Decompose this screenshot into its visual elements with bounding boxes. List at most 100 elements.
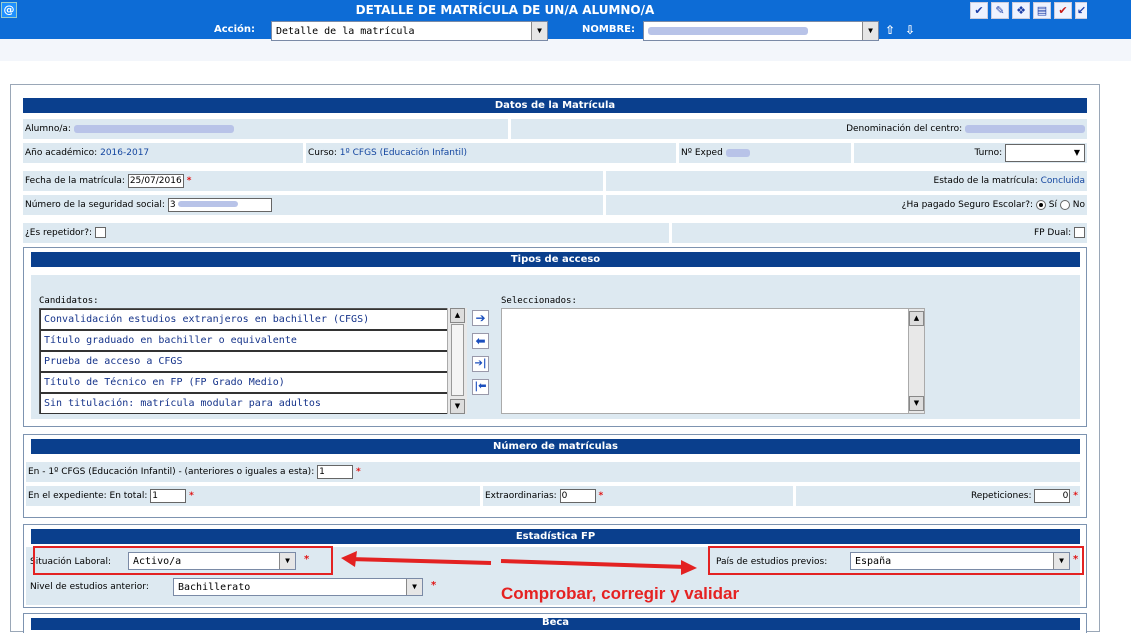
page-title: DETALLE DE MATRÍCULA DE UN/A ALUMNO/A bbox=[355, 3, 655, 17]
rep-cell: Repeticiones: 0 * bbox=[796, 486, 1080, 506]
extra-input[interactable]: 0 bbox=[559, 488, 596, 503]
acceso-header: Tipos de acceso bbox=[31, 252, 1080, 267]
annotation-arrows bbox=[341, 551, 697, 575]
up-arrow-icon[interactable]: ⇧ bbox=[885, 23, 895, 37]
move-all-right-icon[interactable]: ➔| bbox=[472, 356, 489, 372]
alumno-label: Alumno/a: bbox=[25, 124, 71, 134]
en-input[interactable]: 1 bbox=[317, 464, 354, 479]
en-label: En - 1º CFGS (Educación Infantil) - (ant… bbox=[28, 467, 315, 477]
list-item[interactable]: Convalidación estudios extranjeros en ba… bbox=[40, 309, 466, 330]
annotation-text: Comprobar, corregir y validar bbox=[501, 584, 740, 603]
estadistica-header: Estadística FP bbox=[31, 529, 1080, 544]
books-icon[interactable]: ❖ bbox=[1012, 2, 1030, 19]
anio-label: Año académico: bbox=[25, 148, 98, 158]
fecha-label: Fecha de la matrícula: bbox=[25, 176, 125, 186]
back-icon[interactable]: ↙ bbox=[1075, 2, 1087, 19]
seleccionados-label: Seleccionados: bbox=[501, 296, 577, 306]
datos-header: Datos de la Matrícula bbox=[23, 98, 1087, 113]
move-right-icon[interactable]: ➔ bbox=[472, 310, 489, 326]
centro-cell: Denominación del centro: bbox=[511, 119, 1087, 139]
accion-select[interactable]: Detalle de la matrícula ▼ bbox=[271, 21, 548, 41]
curso-cell: Curso: 1º CFGS (Educación Infantil) bbox=[306, 143, 676, 163]
highlight-pais bbox=[708, 546, 1084, 575]
seleccionados-list[interactable]: ▲ ▼ bbox=[501, 308, 925, 414]
turno-cell: Turno: ▼ bbox=[854, 143, 1087, 163]
scroll-down-icon[interactable]: ▼ bbox=[909, 396, 924, 411]
candidatos-label: Candidatos: bbox=[39, 296, 99, 306]
edit-icon[interactable]: ✎ bbox=[991, 2, 1009, 19]
seguro-si-radio[interactable] bbox=[1035, 199, 1046, 210]
required-mark: * bbox=[1073, 491, 1078, 501]
ss-input[interactable]: 3 bbox=[167, 197, 272, 212]
estado-value: Concluida bbox=[1040, 176, 1085, 186]
scroll-down-icon[interactable]: ▼ bbox=[450, 399, 465, 414]
required-mark: * bbox=[186, 176, 192, 186]
alumno-cell: Alumno/a: bbox=[23, 119, 508, 139]
scroll-thumb[interactable] bbox=[451, 324, 464, 396]
exped-cell: Nº Exped bbox=[679, 143, 851, 163]
chevron-down-icon[interactable]: ▼ bbox=[1070, 145, 1084, 161]
blurred-name bbox=[648, 27, 808, 35]
blurred-centro bbox=[965, 124, 1085, 133]
repetidor-checkbox[interactable] bbox=[94, 227, 106, 238]
estado-cell: Estado de la matrícula: Concluida bbox=[606, 171, 1087, 191]
check-red-icon[interactable]: ✔ bbox=[1054, 2, 1072, 19]
seleccionados-scrollbar[interactable]: ▲ ▼ bbox=[908, 309, 924, 413]
anio-cell: Año académico: 2016-2017 bbox=[23, 143, 303, 163]
matriculas-header: Número de matrículas bbox=[31, 439, 1080, 454]
chevron-down-icon[interactable]: ▼ bbox=[531, 22, 547, 40]
scroll-up-icon[interactable]: ▲ bbox=[909, 311, 924, 326]
repetidor-cell: ¿Es repetidor?: bbox=[23, 223, 669, 243]
chevron-down-icon[interactable]: ▼ bbox=[862, 22, 878, 40]
beca-header: Beca bbox=[31, 618, 1080, 630]
required-mark: * bbox=[431, 580, 437, 591]
nivel-select[interactable]: Bachillerato ▼ bbox=[173, 578, 423, 596]
document-icon[interactable]: ▤ bbox=[1033, 2, 1051, 19]
move-left-icon[interactable]: ⬅ bbox=[472, 333, 489, 349]
fecha-input[interactable]: 25/07/2016 bbox=[127, 173, 184, 188]
anio-value: 2016-2017 bbox=[100, 148, 150, 158]
seguro-no-label: No bbox=[1072, 200, 1085, 210]
rep-label: Repeticiones: bbox=[970, 491, 1032, 501]
total-cell: En el expediente: En total: 1 * bbox=[26, 486, 480, 506]
seguro-no-radio[interactable] bbox=[1059, 199, 1070, 210]
required-mark: * bbox=[189, 491, 194, 501]
blurred-exped bbox=[725, 148, 750, 157]
list-item[interactable]: Prueba de acceso a CFGS bbox=[40, 351, 466, 372]
check-icon[interactable]: ✔ bbox=[970, 2, 988, 19]
turno-select[interactable]: ▼ bbox=[1005, 143, 1085, 162]
nombre-label: NOMBRE: bbox=[582, 24, 635, 35]
top-bar: @ DETALLE DE MATRÍCULA DE UN/A ALUMNO/A … bbox=[0, 0, 1131, 21]
list-item[interactable]: Título graduado en bachiller o equivalen… bbox=[40, 330, 466, 351]
curso-label: Curso: bbox=[308, 148, 337, 158]
list-item[interactable]: Sin titulación: matrícula modular para a… bbox=[40, 393, 466, 414]
move-all-left-icon[interactable]: |⬅ bbox=[472, 379, 489, 395]
highlight-situacion bbox=[33, 546, 333, 575]
blurred-alumno bbox=[73, 124, 234, 133]
chevron-down-icon[interactable]: ▼ bbox=[406, 579, 422, 595]
candidatos-list[interactable]: Convalidación estudios extranjeros en ba… bbox=[39, 308, 467, 414]
down-arrow-icon[interactable]: ⇩ bbox=[905, 23, 915, 37]
scroll-up-icon[interactable]: ▲ bbox=[450, 308, 465, 323]
seguro-cell: ¿Ha pagado Seguro Escolar?: Sí No bbox=[606, 195, 1087, 215]
accion-label: Acción: bbox=[214, 24, 256, 35]
rep-input[interactable]: 0 bbox=[1034, 488, 1071, 503]
nombre-select[interactable]: ▼ bbox=[643, 21, 879, 41]
exped-label: Nº Exped bbox=[681, 148, 723, 158]
list-item[interactable]: Título de Técnico en FP (FP Grado Medio) bbox=[40, 372, 466, 393]
en-cell: En - 1º CFGS (Educación Infantil) - (ant… bbox=[26, 462, 1080, 482]
toolbar: ✔ ✎ ❖ ▤ ✔ ↙ bbox=[970, 2, 1087, 19]
ss-cell: Número de la seguridad social: 3 bbox=[23, 195, 603, 215]
beca-panel: Beca bbox=[23, 613, 1087, 633]
fpdual-checkbox[interactable] bbox=[1074, 227, 1085, 238]
total-input[interactable]: 1 bbox=[150, 488, 187, 503]
nivel-cell: Nivel de estudios anterior: bbox=[28, 577, 188, 597]
candidatos-scrollbar[interactable]: ▲ ▼ bbox=[447, 308, 467, 414]
extra-cell: Extraordinarias: 0 * bbox=[483, 486, 793, 506]
extra-label: Extraordinarias: bbox=[485, 491, 557, 501]
required-mark: * bbox=[355, 467, 361, 477]
main-frame: Datos de la Matrícula Alumno/a: Denomina… bbox=[10, 84, 1100, 633]
nivel-value: Bachillerato bbox=[178, 582, 251, 593]
curso-value: 1º CFGS (Educación Infantil) bbox=[339, 148, 468, 158]
action-bar: Acción: Detalle de la matrícula ▼ NOMBRE… bbox=[0, 21, 1131, 61]
